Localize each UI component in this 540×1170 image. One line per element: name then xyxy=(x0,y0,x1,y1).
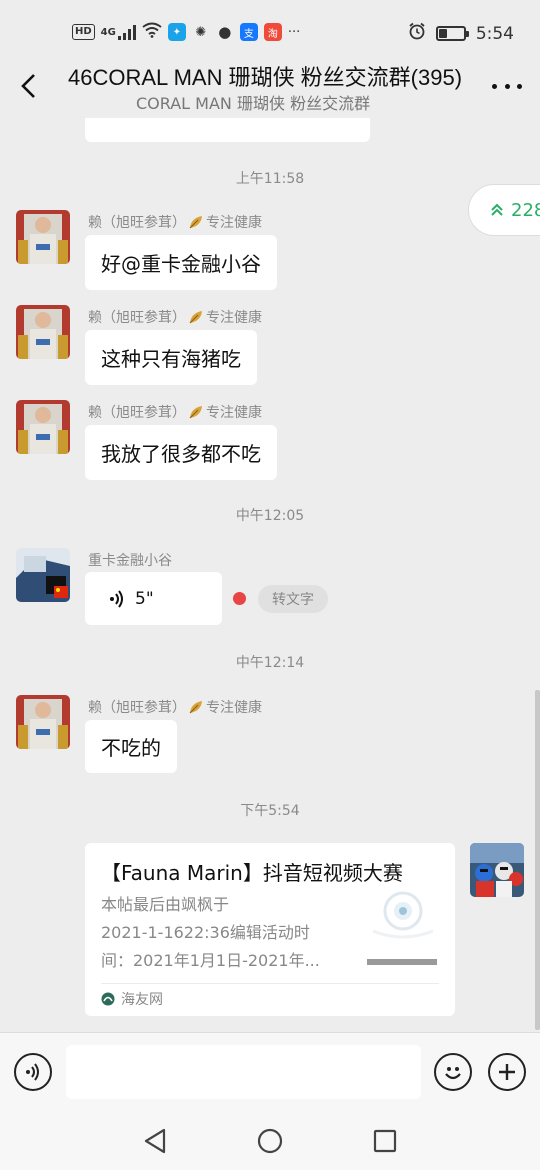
time-stamp: 中午12:14 xyxy=(235,655,305,671)
nav-back-button[interactable] xyxy=(138,1124,172,1158)
message-bubble[interactable]: 好@重卡金融小谷 xyxy=(85,235,277,290)
message-text: 这种只有海猪吃 xyxy=(101,347,241,371)
link-card[interactable]: 【Fauna Marin】抖音短视频大赛 本帖最后由飒枫于 2021-1-162… xyxy=(85,843,455,1016)
sender-name: 赖（旭旺参茸） 专注健康 xyxy=(88,402,262,422)
sender-suffix: 专注健康 xyxy=(206,215,262,231)
message-list[interactable]: 上午11:58 赖（旭旺参茸） 专注健康 好@重卡金融小谷 赖（旭旺参茸） 专注… xyxy=(0,0,540,1032)
sender-suffix: 专注健康 xyxy=(206,405,262,421)
voice-input-button[interactable] xyxy=(14,1053,52,1091)
leaf-icon xyxy=(189,216,202,229)
back-button[interactable] xyxy=(12,66,44,106)
leaf-icon xyxy=(189,311,202,324)
leaf-icon xyxy=(189,406,202,419)
double-chevron-up-icon xyxy=(491,203,503,216)
dot xyxy=(517,83,522,89)
avatar[interactable] xyxy=(16,400,70,454)
message-bubble[interactable]: 这种只有海猪吃 xyxy=(85,330,257,385)
voice-icon xyxy=(26,1063,39,1081)
message-bubble[interactable]: 我放了很多都不吃 xyxy=(85,425,277,480)
more-options-button[interactable] xyxy=(492,74,522,98)
dot xyxy=(504,83,510,89)
nav-recents-icon xyxy=(373,1129,397,1153)
link-card-source-text: 海友网 xyxy=(121,992,163,1008)
unread-count: 228 xyxy=(511,199,540,221)
convert-to-text-button[interactable]: 转文字 xyxy=(258,585,328,613)
scrollbar[interactable] xyxy=(535,690,540,1030)
nav-home-button[interactable] xyxy=(253,1124,287,1158)
avatar[interactable] xyxy=(16,305,70,359)
sender-name: 赖（旭旺参茸） 专注健康 xyxy=(88,307,262,327)
more-functions-button[interactable] xyxy=(488,1053,526,1091)
time-stamp: 中午12:05 xyxy=(235,508,305,524)
link-card-thumbnail xyxy=(367,887,439,967)
message-bubble[interactable]: 不吃的 xyxy=(85,720,177,773)
sender-name-text: 赖（旭旺参茸） xyxy=(88,405,186,421)
plus-icon xyxy=(499,1064,515,1080)
link-card-divider xyxy=(101,983,439,984)
avatar[interactable] xyxy=(16,695,70,749)
time-stamp: 下午5:54 xyxy=(240,803,300,819)
link-card-source: 海友网 xyxy=(101,989,163,1009)
dot xyxy=(492,83,497,89)
unread-jump-badge[interactable]: 228 xyxy=(468,184,540,236)
link-card-title: 【Fauna Marin】抖音短视频大赛 xyxy=(101,861,403,885)
input-bar xyxy=(0,1032,540,1112)
chat-header: 46CORAL MAN 珊瑚侠 粉丝交流群(395) CORAL MAN 珊瑚侠… xyxy=(0,50,540,118)
link-card-description: 本帖最后由飒枫于 2021-1-1622:36编辑活动时 间：2021年1月1日… xyxy=(101,891,351,975)
sender-suffix: 专注健康 xyxy=(206,700,262,716)
chat-title: 46CORAL MAN 珊瑚侠 粉丝交流群(395) xyxy=(68,65,463,90)
chat-screen: HD 4G ✦ ✺ ● 支 淘 ··· 5:54 上午11:58 赖（旭旺参茸）… xyxy=(0,0,540,1170)
link-card-desc-line: 本帖最后由飒枫于 xyxy=(101,895,230,914)
self-avatar[interactable] xyxy=(470,843,524,897)
sender-name: 赖（旭旺参茸） 专注健康 xyxy=(88,212,262,232)
emoji-button[interactable] xyxy=(434,1053,472,1091)
avatar[interactable] xyxy=(16,548,70,602)
message-text: 我放了很多都不吃 xyxy=(101,442,261,466)
message-input[interactable] xyxy=(66,1045,421,1099)
emoji-icon xyxy=(445,1067,461,1080)
link-card-desc-line: 间：2021年1月1日-2021年... xyxy=(101,951,320,970)
chat-subtitle: CORAL MAN 珊瑚侠 粉丝交流群 xyxy=(136,94,371,113)
message-text: 好@重卡金融小谷 xyxy=(101,252,261,276)
nav-back-icon xyxy=(144,1128,166,1154)
nav-home-icon xyxy=(257,1128,283,1154)
time-stamp: 上午11:58 xyxy=(235,171,305,187)
sender-name: 赖（旭旺参茸） 专注健康 xyxy=(88,697,262,717)
unread-dot xyxy=(233,592,246,605)
sender-name-text: 重卡金融小谷 xyxy=(88,553,172,569)
voice-duration: 5" xyxy=(135,588,154,609)
leaf-icon xyxy=(189,701,202,714)
back-arrow-icon xyxy=(21,74,35,98)
message-text: 不吃的 xyxy=(101,736,161,760)
nav-recents-button[interactable] xyxy=(368,1124,402,1158)
sender-name-text: 赖（旭旺参茸） xyxy=(88,310,186,326)
system-nav-bar xyxy=(0,1112,540,1170)
sender-suffix: 专注健康 xyxy=(206,310,262,326)
voice-wave-icon xyxy=(110,589,123,608)
sender-name-text: 赖（旭旺参茸） xyxy=(88,215,186,231)
site-logo-icon xyxy=(101,992,115,1006)
sender-name-text: 赖（旭旺参茸） xyxy=(88,700,186,716)
voice-message-bubble[interactable]: 5" xyxy=(85,572,222,625)
voice-message: 5" xyxy=(109,589,154,609)
avatar[interactable] xyxy=(16,210,70,264)
link-card-desc-line: 2021-1-1622:36编辑活动时 xyxy=(101,923,310,942)
sender-name: 重卡金融小谷 xyxy=(88,550,172,570)
